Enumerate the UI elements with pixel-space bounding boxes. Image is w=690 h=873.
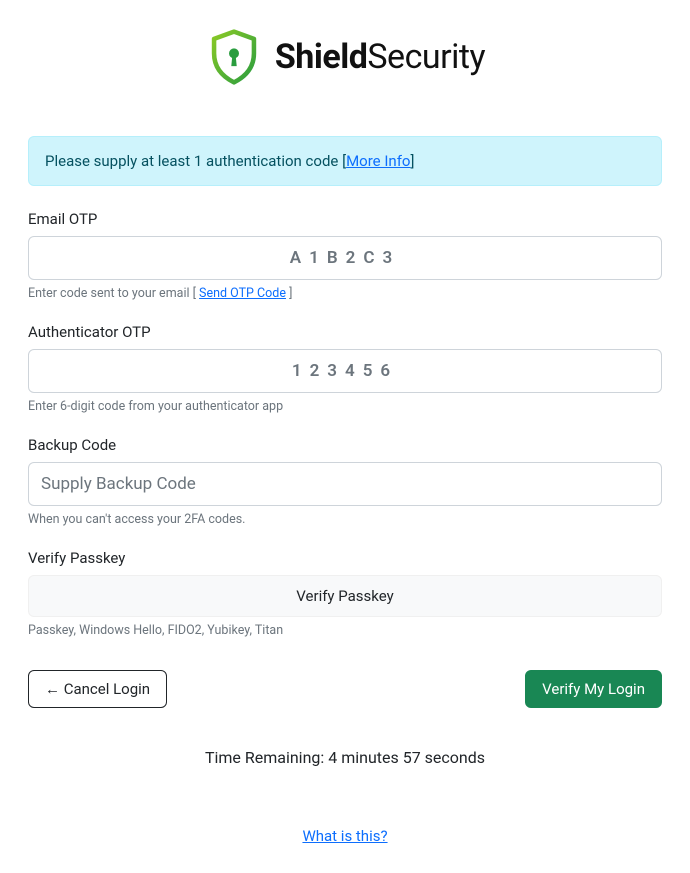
authenticator-otp-help: Enter 6-digit code from your authenticat… — [28, 399, 662, 414]
action-row: ← Cancel Login Verify My Login — [28, 670, 662, 708]
passkey-label: Verify Passkey — [28, 549, 662, 567]
what-is-this-link[interactable]: What is this? — [302, 827, 387, 845]
authenticator-otp-group: Authenticator OTP Enter 6-digit code fro… — [28, 323, 662, 414]
cancel-login-button[interactable]: ← Cancel Login — [28, 670, 167, 708]
authenticator-otp-input[interactable] — [28, 349, 662, 393]
footer: What is this? — [28, 827, 662, 845]
email-otp-help: Enter code sent to your email [ Send OTP… — [28, 286, 662, 301]
alert-text-prefix: Please supply at least 1 authentication … — [45, 152, 346, 170]
more-info-link[interactable]: More Info — [346, 152, 410, 170]
passkey-help: Passkey, Windows Hello, FIDO2, Yubikey, … — [28, 623, 662, 638]
brand-name: ShieldSecurity — [275, 37, 485, 77]
shield-icon — [205, 28, 263, 86]
verify-login-button[interactable]: Verify My Login — [525, 670, 662, 708]
info-alert: Please supply at least 1 authentication … — [28, 136, 662, 186]
email-otp-input[interactable] — [28, 236, 662, 280]
send-otp-link[interactable]: Send OTP Code — [199, 286, 286, 301]
brand-name-light: Security — [367, 37, 485, 77]
backup-code-help: When you can't access your 2FA codes. — [28, 512, 662, 527]
backup-code-input[interactable] — [28, 462, 662, 506]
authenticator-otp-label: Authenticator OTP — [28, 323, 662, 341]
backup-code-label: Backup Code — [28, 436, 662, 454]
email-otp-group: Email OTP Enter code sent to your email … — [28, 210, 662, 301]
verify-passkey-button[interactable]: Verify Passkey — [28, 575, 662, 617]
email-otp-help-suffix: ] — [286, 286, 292, 301]
email-otp-label: Email OTP — [28, 210, 662, 228]
alert-text-suffix: ] — [410, 152, 414, 170]
brand-logo: ShieldSecurity — [28, 28, 662, 86]
time-remaining: Time Remaining: 4 minutes 57 seconds — [28, 748, 662, 767]
backup-code-group: Backup Code When you can't access your 2… — [28, 436, 662, 527]
email-otp-help-prefix: Enter code sent to your email [ — [28, 286, 199, 301]
brand-name-bold: Shield — [275, 37, 367, 77]
passkey-group: Verify Passkey Verify Passkey Passkey, W… — [28, 549, 662, 638]
